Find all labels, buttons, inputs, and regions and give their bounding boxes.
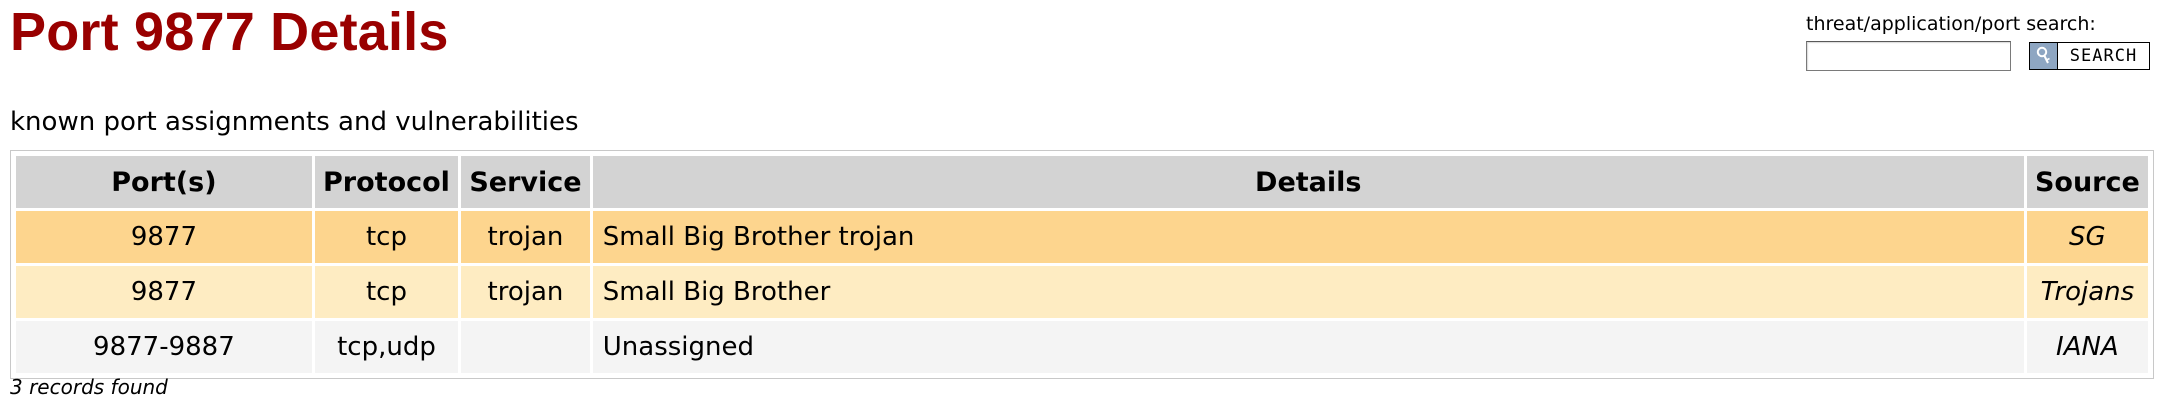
cell-source: IANA: [2026, 321, 2148, 373]
column-header-source: Source: [2026, 156, 2148, 208]
ports-table: Port(s) Protocol Service Details Source …: [13, 153, 2151, 376]
table-header-row: Port(s) Protocol Service Details Source: [16, 156, 2148, 208]
cell-service: [461, 321, 590, 373]
cell-protocol: tcp: [314, 211, 459, 263]
cell-protocol: tcp: [314, 266, 459, 318]
column-header-details: Details: [592, 156, 2024, 208]
page-title: Port 9877 Details: [10, 2, 449, 62]
ports-table-container: Port(s) Protocol Service Details Source …: [10, 150, 2154, 379]
cell-source: Trojans: [2026, 266, 2148, 318]
cell-service: trojan: [461, 266, 590, 318]
key-icon: [2030, 43, 2058, 69]
cell-service: trojan: [461, 211, 590, 263]
column-header-ports: Port(s): [16, 156, 312, 208]
cell-details: Unassigned: [592, 321, 2024, 373]
records-found-count: 3 records found: [10, 375, 168, 399]
cell-ports: 9877-9887: [16, 321, 312, 373]
table-row: 9877 tcp trojan Small Big Brother trojan…: [16, 211, 2148, 263]
page-subtitle: known port assignments and vulnerabiliti…: [10, 107, 579, 137]
page: Port 9877 Details threat/application/por…: [0, 0, 2164, 400]
cell-details: Small Big Brother trojan: [592, 211, 2024, 263]
cell-source: SG: [2026, 211, 2148, 263]
column-header-protocol: Protocol: [314, 156, 459, 208]
search-form: threat/application/port search: SEARCH: [1806, 12, 2150, 71]
cell-ports: 9877: [16, 266, 312, 318]
search-button[interactable]: SEARCH: [2029, 42, 2150, 70]
cell-details: Small Big Brother: [592, 266, 2024, 318]
search-button-label: SEARCH: [2069, 46, 2138, 66]
search-label: threat/application/port search:: [1806, 13, 2096, 35]
cell-protocol: tcp,udp: [314, 321, 459, 373]
search-input[interactable]: [1806, 41, 2011, 71]
cell-ports: 9877: [16, 211, 312, 263]
table-row: 9877-9887 tcp,udp Unassigned IANA: [16, 321, 2148, 373]
search-row: SEARCH: [1806, 41, 2150, 71]
table-row: 9877 tcp trojan Small Big Brother Trojan…: [16, 266, 2148, 318]
column-header-service: Service: [461, 156, 590, 208]
